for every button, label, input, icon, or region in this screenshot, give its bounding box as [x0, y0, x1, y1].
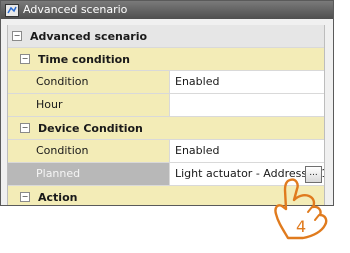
property-row-device-condition[interactable]: Condition Enabled: [8, 140, 324, 163]
window-title: Advanced scenario: [23, 3, 128, 16]
category-advanced-scenario[interactable]: − Advanced scenario: [8, 25, 324, 48]
property-value[interactable]: Enabled: [170, 140, 324, 162]
property-row-time-condition[interactable]: Condition Enabled: [8, 71, 324, 94]
property-name: Hour: [8, 94, 170, 116]
collapse-icon[interactable]: −: [20, 123, 30, 133]
step-number: 4: [296, 217, 307, 236]
app-icon: [5, 3, 19, 17]
category-label: Advanced scenario: [30, 29, 148, 43]
category-label: Time condition: [38, 52, 130, 66]
property-name: Condition: [8, 140, 170, 162]
advanced-scenario-window: Advanced scenario − Advanced scenario − …: [0, 0, 334, 206]
property-row-hour[interactable]: Hour: [8, 94, 324, 117]
property-value[interactable]: Enabled: [170, 71, 324, 93]
collapse-icon[interactable]: −: [20, 192, 30, 202]
collapse-icon[interactable]: −: [20, 54, 30, 64]
property-name: Planned: [8, 163, 170, 185]
category-label: Device Condition: [38, 121, 143, 135]
category-label: Action: [38, 190, 78, 204]
collapse-icon[interactable]: −: [12, 31, 22, 41]
property-name: Condition: [8, 71, 170, 93]
property-value[interactable]: [170, 94, 324, 116]
category-time-condition[interactable]: − Time condition: [8, 48, 324, 71]
category-device-condition[interactable]: − Device Condition: [8, 117, 324, 140]
title-bar: Advanced scenario: [1, 1, 333, 19]
